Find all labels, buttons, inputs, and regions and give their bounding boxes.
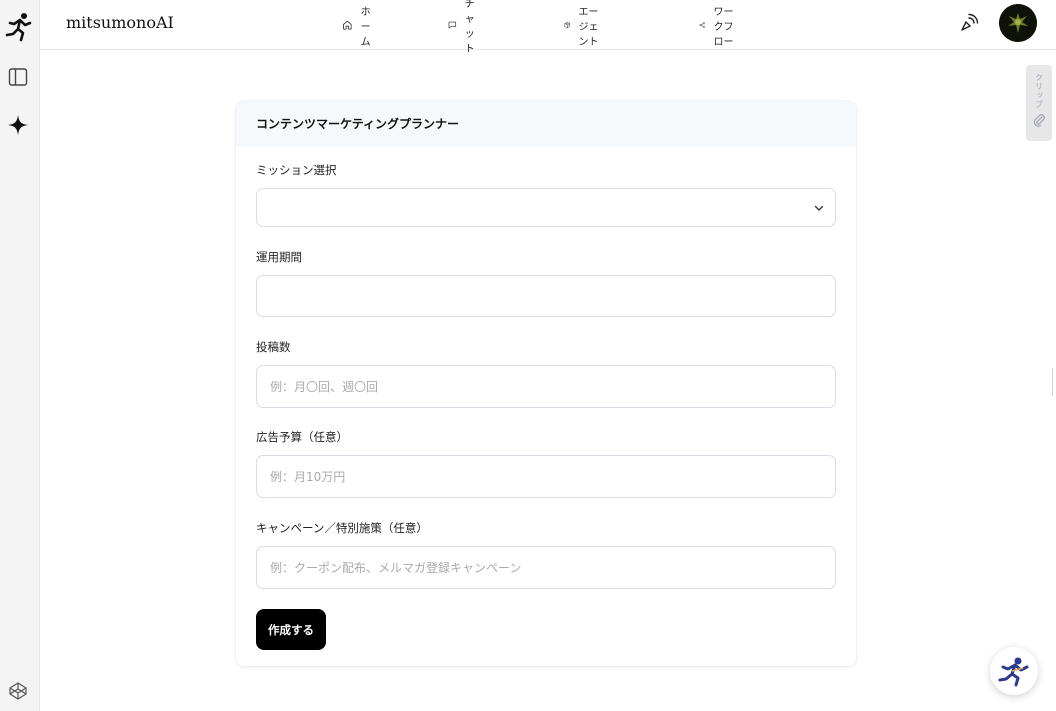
nav-home-label: ホーム xyxy=(360,6,371,48)
sparkle-icon[interactable] xyxy=(7,114,29,136)
mission-label: ミッション選択 xyxy=(256,163,337,177)
mission-select[interactable] xyxy=(256,188,836,227)
user-avatar[interactable] xyxy=(999,4,1037,42)
nav-agent-label: エージェント xyxy=(578,6,599,48)
campaign-input[interactable]: 例：クーポン配布、メルマガ登録キャンペーン xyxy=(256,546,836,589)
period-label: 運用期間 xyxy=(256,250,302,264)
nav-chat[interactable]: チャット xyxy=(448,0,484,55)
codepen-icon[interactable] xyxy=(9,682,27,700)
nav-workflow-label: ワークフロー xyxy=(713,6,734,48)
paperclip-icon xyxy=(1033,114,1045,127)
nav-chat-label: チャット xyxy=(464,0,475,55)
period-input[interactable] xyxy=(256,275,836,317)
top-header: mitsumonoAI ホーム チャット エージェント ワークフロー xyxy=(40,0,1056,55)
campaign-label: キャンペーン／特別施策（任意） xyxy=(256,521,428,535)
share-icon xyxy=(699,22,705,28)
runner-logo-icon[interactable] xyxy=(5,12,33,42)
ad-budget-input[interactable]: 例：月10万円 xyxy=(256,455,836,498)
ninja-runner-icon xyxy=(998,657,1029,687)
cube-icon xyxy=(564,22,570,28)
posts-label: 投稿数 xyxy=(256,340,291,354)
assistant-bubble[interactable] xyxy=(990,647,1038,695)
nav-workflow[interactable]: ワークフロー xyxy=(699,7,735,48)
left-rail xyxy=(0,0,40,711)
clip-tab-label: クリップ xyxy=(1034,73,1044,109)
nav-agent[interactable]: エージェント xyxy=(564,7,600,48)
edge-resize-handle[interactable] xyxy=(1052,368,1055,396)
form-title: コンテンツマーケティングプランナー xyxy=(236,101,856,147)
sidebar-toggle-icon[interactable] xyxy=(8,67,28,87)
ad-budget-label: 広告予算（任意） xyxy=(256,430,348,444)
clip-side-tab[interactable]: クリップ xyxy=(1026,65,1052,141)
broadcast-icon[interactable] xyxy=(958,12,980,34)
planner-form-card: コンテンツマーケティングプランナー ミッション選択 運用期間 投稿数 例：月〇回… xyxy=(236,101,856,666)
nav-home[interactable]: ホーム xyxy=(342,7,378,48)
brand-name[interactable]: mitsumonoAI xyxy=(66,13,174,32)
chevron-down-icon xyxy=(814,205,824,211)
chat-icon xyxy=(448,21,457,29)
create-button[interactable]: 作成する xyxy=(256,609,326,650)
home-icon xyxy=(343,20,352,30)
posts-input[interactable]: 例：月〇回、週〇回 xyxy=(256,365,836,408)
